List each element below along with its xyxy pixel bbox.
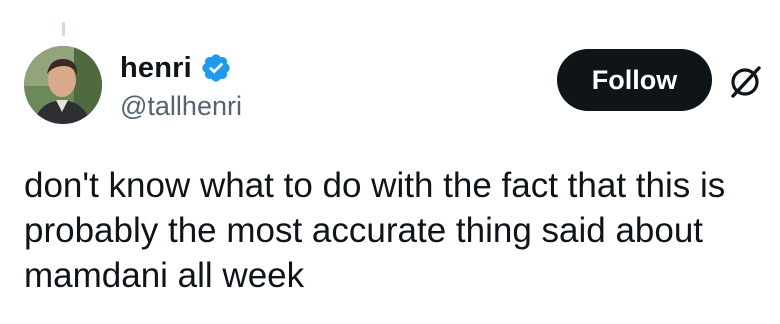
tweet-text: don't know what to do with the fact that… [24,163,764,298]
follow-button[interactable]: Follow [557,49,712,111]
verified-badge-icon [200,52,232,84]
tweet-text-line: don't know what to do with the fact that… [24,166,726,205]
tweet-text-line: mamdani all week [24,256,305,295]
avatar[interactable] [24,46,102,124]
author-display-name[interactable]: henri [120,52,192,85]
grok-icon[interactable] [724,60,766,102]
author-handle[interactable]: @tallhenri [120,91,242,122]
thread-connector-line [62,22,65,36]
tweet-text-line: probably the most accurate thing said ab… [24,211,704,250]
author-name-row: henri [120,50,232,86]
avatar-photo [24,46,102,124]
